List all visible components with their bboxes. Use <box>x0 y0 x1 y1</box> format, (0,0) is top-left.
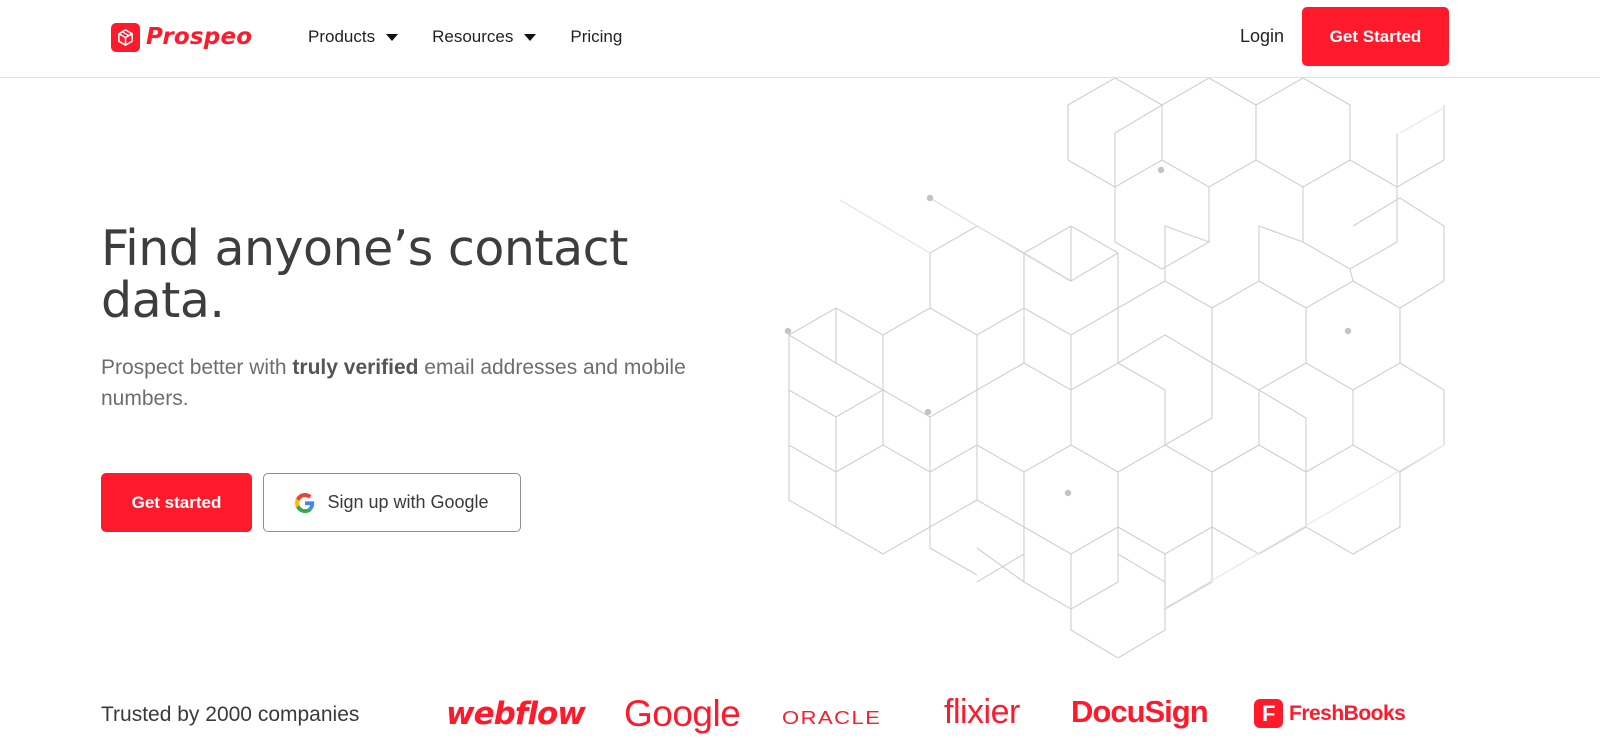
google-signup-button[interactable]: Sign up with Google <box>263 473 521 532</box>
login-link[interactable]: Login <box>1240 26 1284 47</box>
hero-title: Find anyone’s contact data. <box>101 220 628 329</box>
nav-pricing[interactable]: Pricing <box>570 25 622 49</box>
hero-subtitle-prefix: Prospect better with <box>101 356 293 379</box>
freshbooks-logo-text: FreshBooks <box>1289 701 1406 725</box>
hero-subtitle: Prospect better with truly verified emai… <box>101 352 721 414</box>
docusign-logo: DocuSign <box>1071 694 1209 729</box>
get-started-button[interactable]: Get started <box>101 473 252 532</box>
flixier-logo: flixier <box>944 693 1020 731</box>
nav-products[interactable]: Products <box>308 25 399 49</box>
freshbooks-logo: F FreshBooks <box>1254 699 1406 728</box>
nav-resources-label: Resources <box>432 27 514 46</box>
brand-logo[interactable]: Prospeo <box>111 22 252 52</box>
google-g-icon <box>295 492 315 513</box>
hero-subtitle-bold: truly verified <box>292 356 419 379</box>
freshbooks-f-icon: F <box>1254 699 1283 728</box>
trusted-by-label: Trusted by 2000 companies <box>101 703 360 726</box>
nav-products-label: Products <box>308 27 376 46</box>
webflow-logo: webflow <box>446 696 586 732</box>
google-logo: Google <box>624 693 741 734</box>
caret-down-icon <box>386 34 399 41</box>
oracle-logo: ORACLE <box>782 707 882 729</box>
get-started-header-button[interactable]: Get Started <box>1302 7 1449 66</box>
google-signup-label: Sign up with Google <box>327 492 489 512</box>
brand-name: Prospeo <box>146 24 253 50</box>
nav-resources[interactable]: Resources <box>432 25 537 49</box>
hexagon-pattern-graphic <box>784 78 1445 658</box>
site-header: Prospeo Products Resources Pricing Login… <box>0 0 1600 78</box>
caret-down-icon <box>524 34 537 41</box>
main-nav: Products Resources Pricing <box>308 25 656 49</box>
nav-pricing-label: Pricing <box>570 27 623 46</box>
cube-icon <box>111 22 140 52</box>
